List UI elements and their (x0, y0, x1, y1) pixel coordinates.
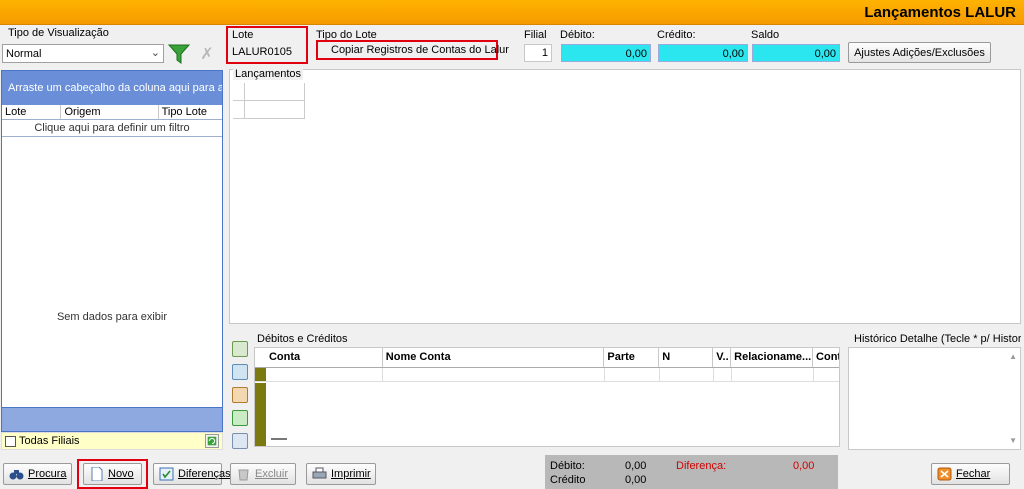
diferencas-button[interactable]: Diferenças (153, 463, 231, 485)
debcred-grid-header: Conta Nome Conta Parte N V.. Relacioname… (255, 348, 839, 368)
debito-field: 0,00 (561, 44, 651, 62)
view-type-select[interactable]: Normal ⌄ (2, 44, 164, 63)
bottom-toolbar: Procura Novo Diferenças Excluir Imprimir… (0, 455, 1024, 489)
column-header-n[interactable]: N (659, 348, 714, 367)
delete-icon (238, 469, 249, 481)
column-header-nome-conta[interactable]: Nome Conta (383, 348, 605, 367)
all-branches-bar: Todas Filiais (1, 432, 223, 450)
tipo-lote-value: Copiar Registros de Contas do Lalur (331, 44, 509, 56)
saldo-field: 0,00 (752, 44, 840, 62)
totals-debito-value: 0,00 (625, 460, 647, 472)
debitos-creditos-panel: Débitos e Créditos Conta Nome Conta Part… (229, 333, 844, 450)
lotes-grid: Arraste um cabeçalho da coluna aqui para… (1, 70, 223, 432)
credito-field: 0,00 (658, 44, 748, 62)
column-header-v[interactable]: V.. (713, 348, 732, 367)
tipo-lote-field[interactable]: Copiar Registros de Contas do Lalur (316, 40, 509, 60)
excluir-label: Excluir (255, 468, 289, 480)
historico-panel: Histórico Detalhe (Tecle * p/ Historico … (848, 333, 1021, 450)
filter-icon[interactable] (168, 44, 190, 64)
compare-icon (159, 467, 174, 481)
column-header-parte[interactable]: Parte (604, 348, 660, 367)
chevron-down-icon: ⌄ (150, 47, 160, 59)
copy-icon[interactable] (232, 364, 248, 380)
column-header-lote[interactable]: Lote (2, 105, 62, 119)
scroll-down-icon[interactable]: ▼ (1009, 436, 1017, 445)
column-header-tipo-lote[interactable]: Tipo Lote (159, 105, 222, 119)
edit-icon[interactable] (232, 387, 248, 403)
clear-filter-icon[interactable]: ✗ (198, 44, 216, 64)
scroll-indicator (271, 438, 287, 440)
view-type-label: Tipo de Visualização (6, 27, 111, 39)
lancamentos-grid-cells (233, 83, 305, 119)
group-by-panel[interactable]: Arraste um cabeçalho da coluna aqui para… (2, 71, 222, 105)
filial-label: Filial (524, 29, 547, 41)
debitos-creditos-label: Débitos e Créditos (255, 333, 350, 345)
column-header-conta-2[interactable]: Conta (813, 348, 839, 367)
credito-label: Crédito: (657, 29, 696, 41)
procura-button[interactable]: Procura (3, 463, 72, 485)
totals-panel: Débito: 0,00 Crédito 0,00 Diferença: 0,0… (545, 455, 838, 489)
close-icon (937, 467, 952, 481)
saldo-label: Saldo (751, 29, 780, 41)
diferencas-label: Diferenças (178, 468, 231, 480)
all-branches-label: Todas Filiais (19, 435, 80, 447)
column-header-relacionamento[interactable]: Relacioname... (731, 348, 814, 367)
historico-label: Histórico Detalhe (Tecle * p/ Historico (852, 333, 1021, 345)
filial-field[interactable]: 1 (524, 44, 552, 62)
fechar-label: Fechar (956, 468, 991, 480)
debcred-toolbar (232, 341, 250, 456)
debitos-creditos-grid: Conta Nome Conta Parte N V.. Relacioname… (254, 347, 840, 447)
all-branches-checkbox[interactable] (5, 436, 16, 447)
totals-diferenca-value: 0,00 (793, 460, 815, 472)
filter-row[interactable]: Clique aqui para definir um filtro (2, 120, 222, 137)
lancamentos-grid (229, 69, 1021, 324)
totals-credito-value: 0,00 (625, 474, 647, 486)
debito-label: Débito: (560, 29, 595, 41)
totals-diferenca-label: Diferença: (676, 460, 727, 472)
view-type-value: Normal (6, 48, 42, 60)
lancamentos-label: Lançamentos (233, 68, 304, 80)
window-title-bar: Lançamentos LALUR (0, 0, 1024, 25)
refresh-icon[interactable] (232, 410, 248, 426)
column-header-origem[interactable]: Origem (61, 105, 159, 119)
column-header-conta[interactable]: Conta (266, 348, 383, 367)
historico-textarea[interactable]: ▲ ▼ (848, 347, 1021, 450)
printer-icon (312, 467, 327, 479)
add-row-icon[interactable] (232, 341, 248, 357)
procura-label: Procura (28, 468, 67, 480)
ajustes-button[interactable]: Ajustes Adições/Exclusões (848, 42, 991, 63)
binoculars-icon (9, 470, 24, 480)
paste-icon[interactable] (232, 433, 248, 449)
grid-footer (2, 407, 222, 431)
totals-credito-label: Crédito (550, 474, 586, 486)
table-row[interactable] (255, 368, 839, 382)
imprimir-label: Imprimir (331, 468, 371, 480)
lotes-grid-header: Lote Origem Tipo Lote (2, 105, 222, 120)
lote-highlight (226, 26, 308, 64)
refresh-icon[interactable] (205, 434, 219, 448)
imprimir-button[interactable]: Imprimir (306, 463, 376, 485)
scroll-up-icon[interactable]: ▲ (1009, 352, 1017, 361)
row-indicator (255, 383, 266, 446)
totals-debito-label: Débito: (550, 460, 585, 472)
novo-highlight (77, 459, 148, 489)
fechar-button[interactable]: Fechar (931, 463, 1010, 485)
excluir-button[interactable]: Excluir (230, 463, 296, 485)
left-panel: Tipo de Visualização Normal ⌄ ✗ Arraste … (0, 26, 224, 452)
window-title: Lançamentos LALUR (864, 4, 1016, 21)
empty-message: Sem dados para exibir (56, 311, 168, 323)
